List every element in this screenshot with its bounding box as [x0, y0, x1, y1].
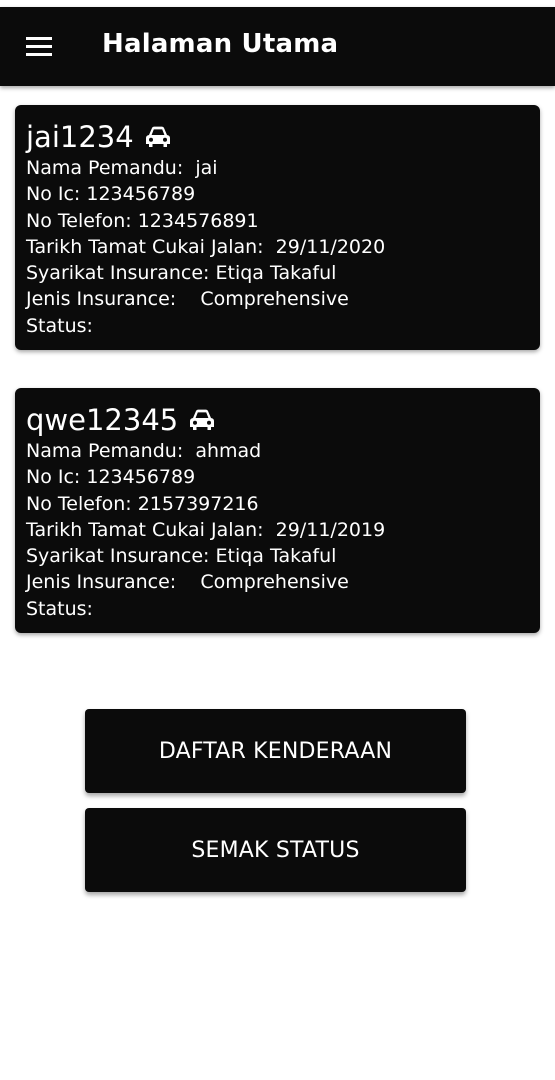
insurance-type-row: Jenis Insurance: Comprehensive	[26, 569, 530, 595]
hamburger-menu-icon[interactable]	[22, 31, 58, 67]
ic-row: No Ic: 123456789	[26, 464, 530, 490]
insurance-type-label: Jenis Insurance:	[26, 288, 177, 311]
vehicle-card[interactable]: jai1234 Nama Pemandu: jai No Ic: 1234567…	[15, 105, 540, 350]
menu-line	[26, 45, 52, 48]
phone-label: No Telefon:	[26, 209, 132, 232]
insurance-company-label: Syarikat Insurance:	[26, 545, 210, 568]
vehicle-plate: qwe12345	[26, 403, 179, 437]
insurance-type-label: Jenis Insurance:	[26, 571, 177, 594]
road-tax-label: Tarikh Tamat Cukai Jalan:	[26, 518, 264, 541]
road-tax-value: 29/11/2020	[275, 235, 386, 258]
insurance-company-label: Syarikat Insurance:	[26, 262, 210, 285]
insurance-type-value: Comprehensive	[200, 288, 349, 311]
road-tax-label: Tarikh Tamat Cukai Jalan:	[26, 235, 264, 258]
check-status-button[interactable]: SEMAK STATUS	[85, 808, 466, 892]
ic-row: No Ic: 123456789	[26, 181, 530, 207]
status-bar	[0, 0, 555, 7]
driver-name-label: Nama Pemandu:	[26, 440, 184, 462]
status-label: Status:	[26, 597, 93, 620]
ic-label: No Ic:	[26, 183, 81, 206]
menu-line	[26, 37, 52, 40]
car-icon	[145, 126, 170, 147]
driver-name-label: Nama Pemandu:	[26, 157, 184, 179]
insurance-type-value: Comprehensive	[200, 571, 349, 594]
insurance-company-row: Syarikat Insurance: Etiqa Takaful	[26, 543, 530, 569]
driver-name-value: jai	[195, 157, 218, 179]
app-bar: Halaman Utama	[0, 7, 555, 86]
phone-row: No Telefon: 2157397216	[26, 491, 530, 517]
insurance-company-value: Etiqa Takaful	[215, 262, 337, 285]
phone-row: No Telefon: 1234576891	[26, 208, 530, 234]
road-tax-row: Tarikh Tamat Cukai Jalan: 29/11/2020	[26, 234, 530, 260]
insurance-company-value: Etiqa Takaful	[215, 545, 337, 568]
vehicle-header: qwe12345	[26, 402, 530, 438]
phone-value: 2157397216	[137, 492, 259, 515]
vehicle-plate: jai1234	[26, 120, 134, 154]
vehicle-card[interactable]: qwe12345 Nama Pemandu: ahmad No Ic: 1234…	[15, 388, 540, 633]
road-tax-value: 29/11/2019	[275, 518, 386, 541]
insurance-company-row: Syarikat Insurance: Etiqa Takaful	[26, 260, 530, 286]
driver-name-row: Nama Pemandu: jai	[26, 155, 530, 181]
driver-name-row: Nama Pemandu: ahmad	[26, 438, 530, 464]
menu-line	[26, 53, 52, 56]
page-title: Halaman Utama	[102, 29, 339, 59]
status-label: Status:	[26, 314, 93, 337]
ic-value: 123456789	[86, 466, 196, 489]
status-row: Status:	[26, 596, 530, 622]
road-tax-row: Tarikh Tamat Cukai Jalan: 29/11/2019	[26, 517, 530, 543]
register-vehicle-button[interactable]: DAFTAR KENDERAAN	[85, 709, 466, 793]
ic-label: No Ic:	[26, 466, 81, 489]
status-row: Status:	[26, 313, 530, 339]
car-icon	[190, 409, 215, 430]
insurance-type-row: Jenis Insurance: Comprehensive	[26, 286, 530, 312]
driver-name-value: ahmad	[195, 440, 262, 462]
phone-label: No Telefon:	[26, 492, 132, 515]
vehicle-header: jai1234	[26, 119, 530, 155]
phone-value: 1234576891	[137, 209, 259, 232]
ic-value: 123456789	[86, 183, 196, 206]
